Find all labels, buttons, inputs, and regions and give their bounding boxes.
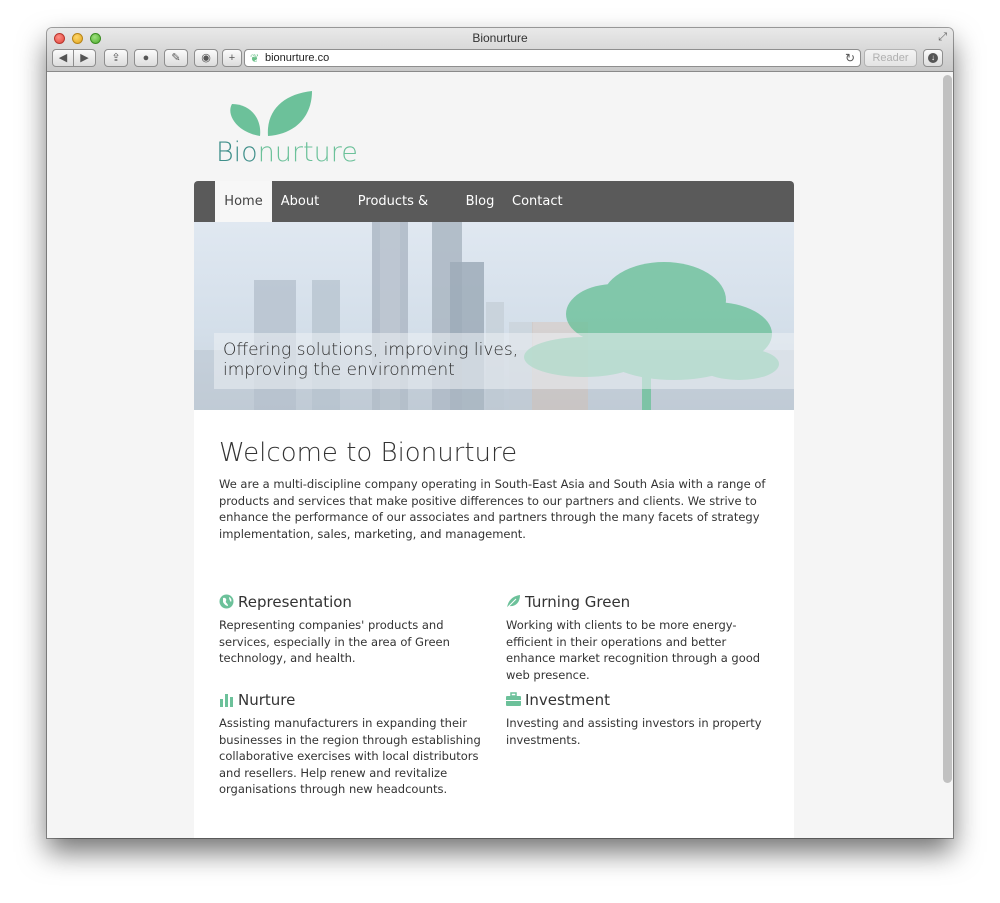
share-button[interactable]: ⇪ [104,49,128,67]
extension-icon: ◉ [201,52,211,64]
logo-text-suffix: nurture [258,137,358,166]
fullscreen-icon[interactable]: ⤢ [938,31,947,44]
nav-contact[interactable]: Contact [512,181,563,222]
site-page: Bionurture Home About Products & Service… [194,72,794,838]
feature-text: Working with clients to be more energy-e… [506,618,761,682]
leaf-icon [506,594,521,609]
page-viewport: Bionurture Home About Products & Service… [47,72,953,838]
tools-button[interactable]: ✎ [164,49,188,67]
feature-heading: Investment [506,690,768,710]
logo-leaves-icon: Bionurture [216,91,358,168]
address-bar[interactable]: ❦ bionurture.co ↻ [244,49,861,67]
downloads-button[interactable]: ↓ [923,49,943,67]
plus-icon: + [228,52,236,64]
reload-icon[interactable]: ↻ [845,51,855,65]
feature-investment: Investment Investing and assisting inves… [506,690,768,748]
feature-turning-green: Turning Green Working with clients to be… [506,592,768,683]
welcome-heading: Welcome to Bionurture [219,438,518,468]
history-button[interactable]: ● [134,49,158,67]
share-icon: ⇪ [111,52,121,64]
window-title: Bionurture [472,31,528,45]
forward-icon: ▶ [80,52,89,64]
hero-tagline-line-1: Offering solutions, improving lives, [223,340,519,360]
hero-banner: Offering solutions, improving lives, imp… [194,222,794,410]
feature-title: Representation [238,593,352,611]
briefcase-icon [506,692,521,707]
hero-tagline: Offering solutions, improving lives, imp… [223,340,553,380]
welcome-paragraph: We are a multi-discipline company operat… [219,477,766,541]
feature-title: Turning Green [525,593,631,611]
title-bar: Bionurture ⤢ ◀ ▶ ⇪ ● ✎ ◉ + ❦ bionurture.… [47,28,953,72]
feature-nurture: Nurture Assisting manufacturers in expan… [219,690,481,798]
globe-icon [219,594,234,609]
new-tab-button[interactable]: + [222,49,242,67]
download-icon: ↓ [928,53,938,63]
address-url[interactable]: bionurture.co [265,52,329,64]
favicon-leaf-icon: ❦ [250,53,260,65]
reader-button[interactable]: Reader [864,49,917,67]
nav-products-services[interactable]: Products & Services [335,181,451,250]
feature-heading: Turning Green [506,592,768,612]
feature-text: Assisting manufacturers in expanding the… [219,716,481,796]
bar-chart-icon [219,692,234,707]
main-navigation: Home About Products & Services Blog Cont… [194,181,794,250]
feature-title: Nurture [238,691,296,709]
vertical-scrollbar[interactable] [943,75,952,783]
tools-icon: ✎ [171,52,181,64]
forward-button[interactable]: ▶ [74,49,96,67]
hero-tagline-line-2: improving the environment [223,360,455,380]
feature-title: Investment [525,691,610,709]
browser-window: Bionurture ⤢ ◀ ▶ ⇪ ● ✎ ◉ + ❦ bionurture.… [47,28,953,838]
nav-home[interactable]: Home [215,181,272,222]
extension-button[interactable]: ◉ [194,49,218,67]
feature-heading: Representation [219,592,481,612]
site-logo[interactable]: Bionurture [216,88,361,168]
logo-text-prefix: Bio [216,137,258,166]
history-icon: ● [142,52,150,64]
nav-about[interactable]: About [274,181,326,222]
svg-text:Bionurture: Bionurture [216,137,358,166]
back-icon: ◀ [58,52,68,64]
feature-text: Investing and assisting investors in pro… [506,716,762,747]
feature-representation: Representation Representing companies' p… [219,592,481,667]
feature-text: Representing companies' products and ser… [219,618,450,665]
feature-heading: Nurture [219,690,481,710]
back-button[interactable]: ◀ [52,49,74,67]
nav-blog[interactable]: Blog [463,181,497,222]
main-content: Welcome to Bionurture We are a multi-dis… [194,410,794,838]
